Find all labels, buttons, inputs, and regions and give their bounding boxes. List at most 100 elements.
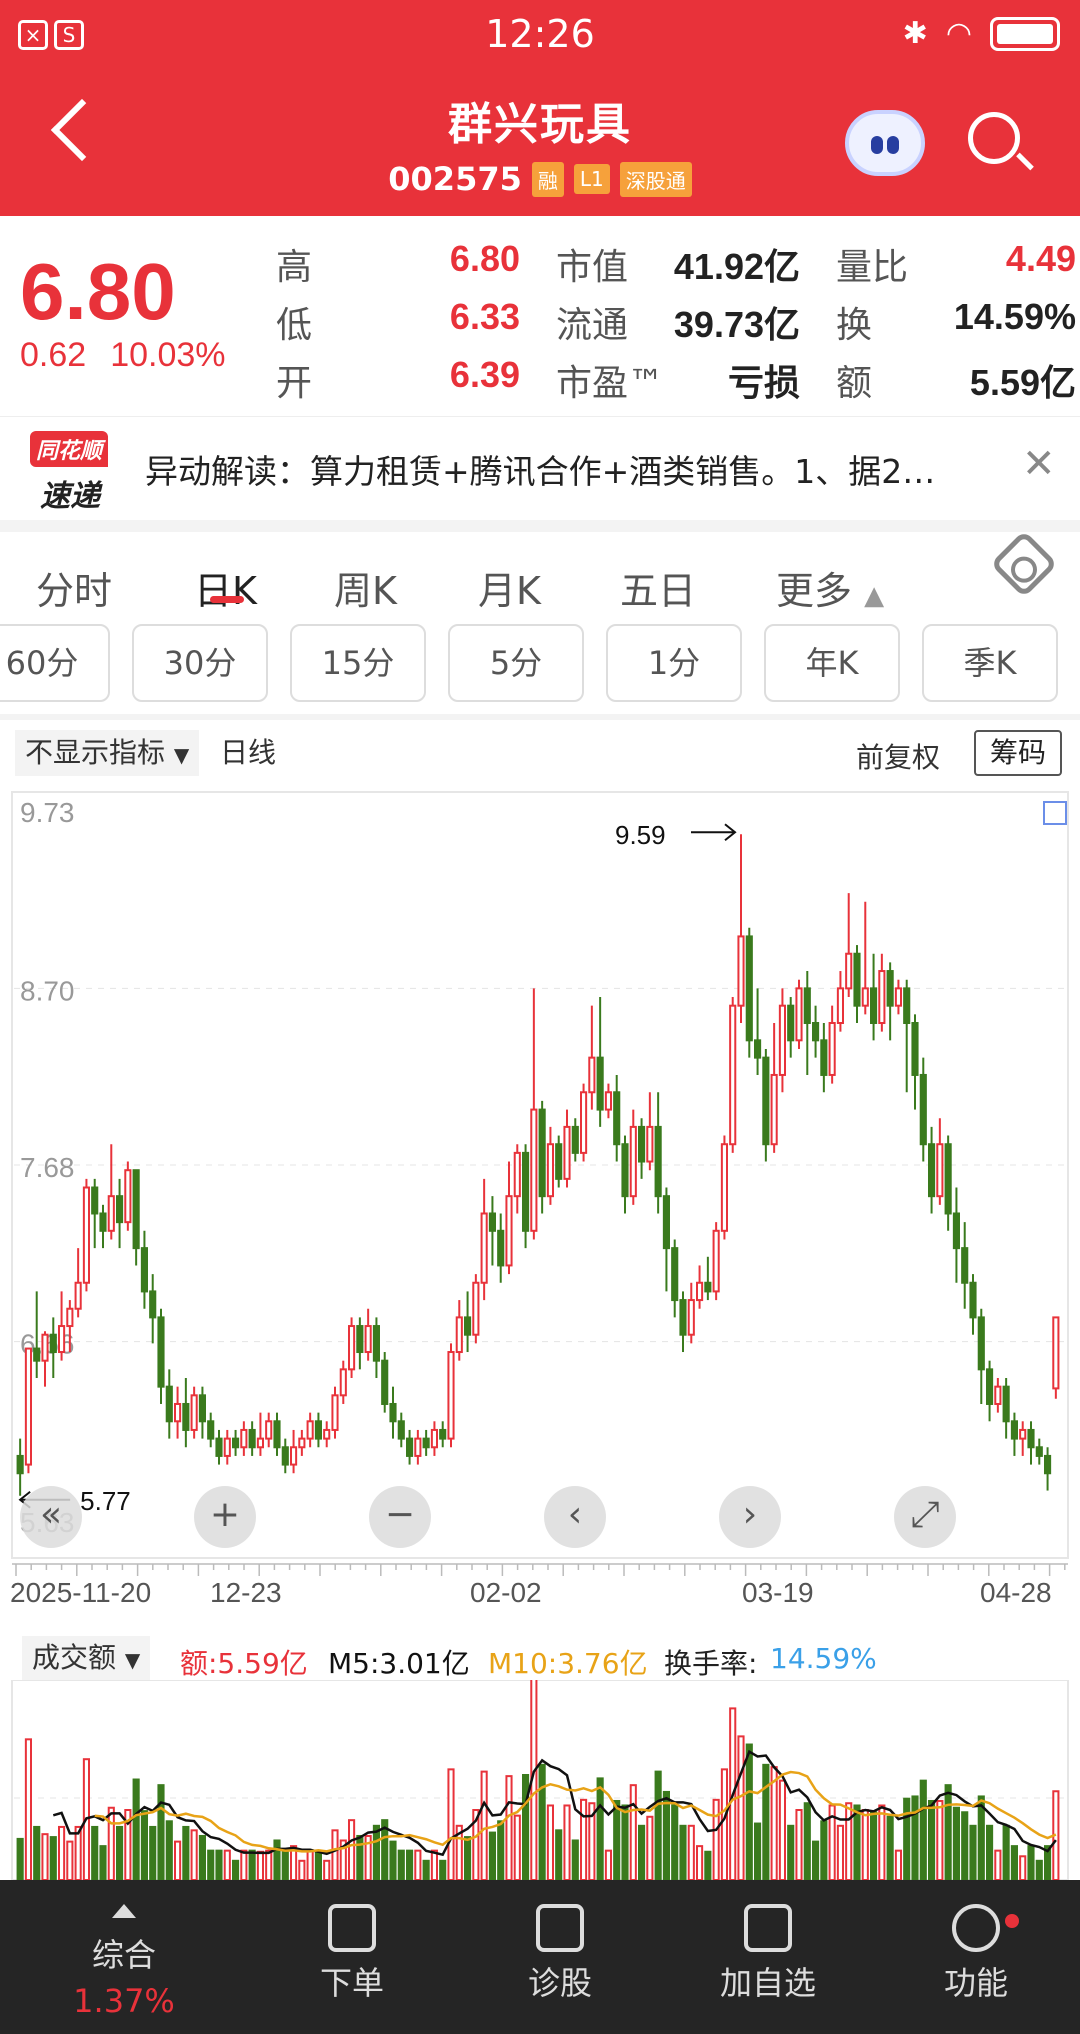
- nav-order-label: 下单: [319, 1964, 384, 2002]
- volume-bar: [613, 1799, 621, 1880]
- volume-bar: [986, 1824, 994, 1880]
- volume-bar: [754, 1822, 762, 1880]
- low-value: 6.33: [449, 296, 520, 337]
- candle-body: [845, 952, 853, 990]
- volume-bar: [223, 1849, 231, 1880]
- candle-body: [820, 1039, 828, 1076]
- volume-bar: [704, 1850, 712, 1880]
- volume-bar: [696, 1845, 704, 1880]
- candle-body: [505, 1195, 513, 1267]
- nav-functions[interactable]: 功能: [886, 1904, 1066, 2004]
- volume-bar: [513, 1814, 521, 1880]
- tab-daily-k[interactable]: 日K: [194, 560, 257, 615]
- margin-tag: 融: [531, 161, 564, 197]
- subtab-60min[interactable]: 60分: [0, 624, 110, 702]
- candle-body: [323, 1428, 331, 1440]
- candle-body: [190, 1394, 198, 1431]
- scroll-right-button[interactable]: ›: [719, 1486, 781, 1548]
- candle-body: [215, 1437, 223, 1457]
- volume-bar: [149, 1825, 157, 1880]
- candle-body: [555, 1143, 563, 1180]
- tab-weekly-k[interactable]: 周K: [334, 560, 397, 615]
- subtab-1min[interactable]: 1分: [606, 624, 742, 702]
- subtab-quarterly-k[interactable]: 季K: [922, 624, 1058, 702]
- volume-bar: [198, 1834, 206, 1880]
- volume-bar: [116, 1825, 124, 1880]
- subtab-30min[interactable]: 30分: [132, 624, 268, 702]
- candle-body: [1052, 1316, 1060, 1390]
- volume-bar: [778, 1779, 786, 1880]
- tab-intraday[interactable]: 分时: [36, 560, 112, 615]
- high-label: 高: [276, 247, 313, 288]
- scroll-left-button[interactable]: ‹: [544, 1486, 606, 1548]
- candle-body: [720, 1143, 728, 1232]
- volume-bar: [845, 1802, 853, 1880]
- candle-body: [986, 1368, 994, 1405]
- candle-body: [41, 1333, 49, 1362]
- candle-body: [928, 1143, 936, 1198]
- news-text[interactable]: 异动解读：算力租赁+腾讯合作+酒类销售。1、据2…: [145, 445, 985, 493]
- volume-bar: [679, 1824, 687, 1880]
- search-icon[interactable]: [968, 112, 1020, 164]
- candle-body: [654, 1125, 662, 1198]
- tab-monthly-k[interactable]: 月K: [478, 560, 541, 615]
- subtab-15min[interactable]: 15分: [290, 624, 426, 702]
- candle-body: [870, 987, 878, 1025]
- candle-body: [762, 1056, 770, 1146]
- candle-body: [787, 1004, 795, 1042]
- zoom-in-button[interactable]: +: [194, 1486, 256, 1548]
- candle-body: [497, 1229, 505, 1267]
- volume-bar: [74, 1825, 82, 1880]
- candle-body: [803, 987, 811, 1025]
- volume-bar: [58, 1825, 66, 1880]
- battery-icon: [990, 16, 1060, 51]
- plus-square-icon: [744, 1904, 792, 1952]
- fast-rewind-button[interactable]: «: [20, 1486, 82, 1548]
- fullscreen-button[interactable]: ⤢: [894, 1486, 956, 1548]
- nav-add-watchlist[interactable]: 加自选: [678, 1904, 858, 2004]
- volume-bar: [803, 1802, 811, 1880]
- candle-body: [116, 1195, 124, 1224]
- volume-bar: [174, 1840, 182, 1880]
- candle-body: [58, 1325, 66, 1354]
- indicator-select[interactable]: 不显示指标 ▼: [15, 730, 200, 776]
- candle-body: [994, 1385, 1002, 1405]
- candle-body: [74, 1281, 82, 1310]
- candle-body: [812, 1022, 820, 1042]
- chips-button[interactable]: 筹码: [974, 730, 1063, 776]
- volume-bar: [397, 1849, 405, 1880]
- nav-overview-value: 1.37%: [73, 1982, 175, 2020]
- robot-assistant-icon[interactable]: [845, 110, 925, 176]
- volume-bar: [232, 1859, 240, 1880]
- volume-bar: [207, 1849, 215, 1880]
- candlestick-chart[interactable]: 9.738.707.686.665.63 9.595.77: [0, 780, 1080, 1580]
- volume-bar: [348, 1819, 356, 1880]
- adjust-mode[interactable]: 前复权: [856, 736, 940, 776]
- candle-body: [99, 1212, 107, 1232]
- news-banner[interactable]: 同花顺 速递 异动解读：算力租赁+腾讯合作+酒类销售。1、据2… ✕: [0, 416, 1080, 520]
- subtab-yearly-k[interactable]: 年K: [764, 624, 900, 702]
- tab-five-day[interactable]: 五日: [620, 560, 696, 615]
- volume-bar: [662, 1790, 670, 1880]
- candle-body: [356, 1325, 364, 1354]
- volume-bar: [439, 1859, 447, 1880]
- volume-bar: [1010, 1845, 1018, 1880]
- candle-body: [687, 1299, 695, 1336]
- subtab-5min[interactable]: 5分: [448, 624, 584, 702]
- candle-body: [696, 1281, 704, 1302]
- zoom-out-button[interactable]: −: [369, 1486, 431, 1548]
- turnover-label: 换: [836, 305, 873, 346]
- candle-body: [513, 1151, 521, 1198]
- volume-bar: [944, 1784, 952, 1880]
- volume-select[interactable]: 成交额 ▼: [22, 1636, 151, 1680]
- candle-body: [903, 987, 911, 1025]
- turnover-rate-label: 换手率:: [664, 1647, 758, 1680]
- tab-more[interactable]: 更多 ▲: [776, 560, 884, 615]
- nav-order[interactable]: 下单: [262, 1904, 442, 2004]
- volume-bar: [894, 1849, 902, 1880]
- volume-bar: [488, 1831, 496, 1880]
- candle-body: [455, 1316, 463, 1354]
- nav-diagnose[interactable]: 诊股: [470, 1904, 650, 2004]
- close-icon[interactable]: ✕: [1022, 441, 1056, 487]
- nav-overview[interactable]: 综合 1.37%: [34, 1904, 214, 2020]
